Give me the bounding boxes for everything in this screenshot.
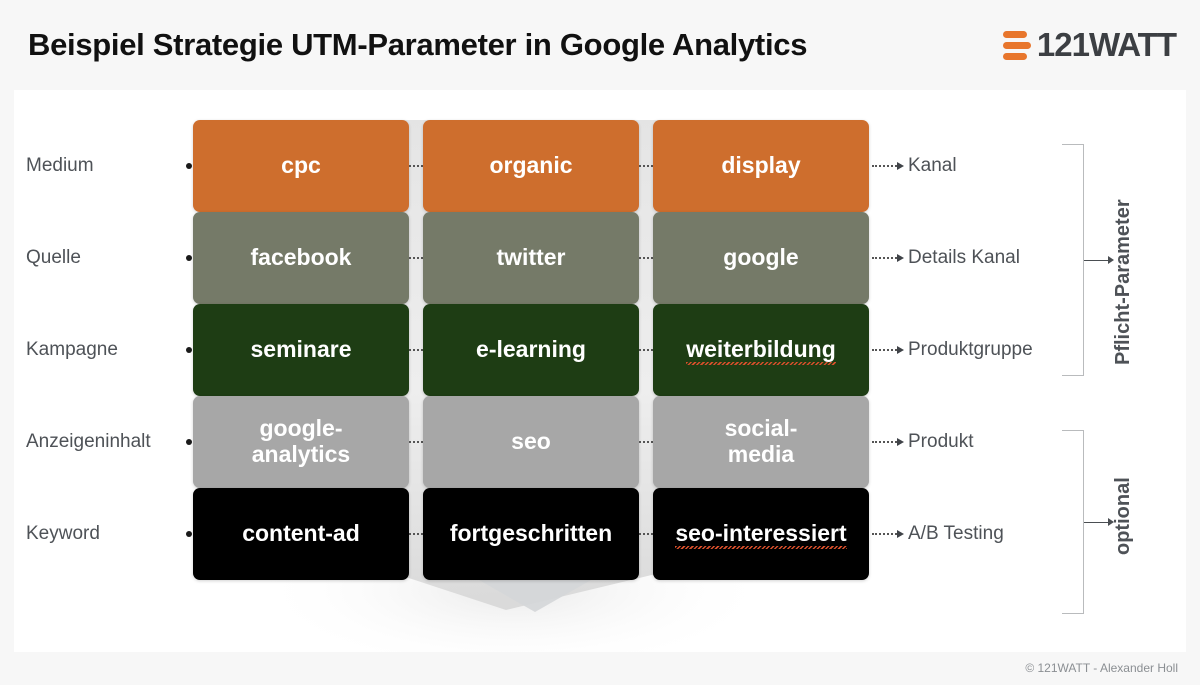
- matrix-row: Kampagne seminare e-learning weiterbildu…: [14, 304, 1186, 396]
- cell-quelle-3[interactable]: google: [653, 212, 869, 304]
- cell-quelle-1[interactable]: facebook: [193, 212, 409, 304]
- group-bracket-optional: [1062, 430, 1084, 614]
- cell-keyword-2[interactable]: fortgeschritten: [423, 488, 639, 580]
- right-connector: [872, 437, 904, 447]
- matrix-row: Medium cpc organic display Kanal: [14, 120, 1186, 212]
- cell-gap: [409, 441, 423, 443]
- cell-anzeigeninhalt-2[interactable]: seo: [423, 396, 639, 488]
- group-stem-pflicht: [1084, 255, 1114, 265]
- cell-gap: [639, 349, 653, 351]
- cell-keyword-1[interactable]: content-ad: [193, 488, 409, 580]
- cell-kampagne-3[interactable]: weiterbildung: [653, 304, 869, 396]
- cell-gap: [409, 349, 423, 351]
- cell-medium-1[interactable]: cpc: [193, 120, 409, 212]
- row-cells: cpc organic display: [193, 120, 869, 212]
- cell-gap: [409, 165, 423, 167]
- cell-anzeigeninhalt-3[interactable]: social- media: [653, 396, 869, 488]
- footer-copyright: © 121WATT - Alexander Holl: [1025, 661, 1178, 675]
- cell-gap: [639, 533, 653, 535]
- row-cells: seminare e-learning weiterbildung: [193, 304, 869, 396]
- right-connector: [872, 161, 904, 171]
- right-connector: [872, 345, 904, 355]
- cell-gap: [409, 533, 423, 535]
- group-label-pflicht-parameter: Pflicht-Parameter: [1112, 199, 1134, 365]
- matrix-row: Anzeigeninhalt google- analytics seo soc…: [14, 396, 1186, 488]
- row-cells: content-ad fortgeschritten seo-interessi…: [193, 488, 869, 580]
- row-left-label-anzeigeninhalt: Anzeigeninhalt: [26, 431, 151, 452]
- diagram-card: Medium cpc organic display Kanal Quelle …: [14, 90, 1186, 652]
- group-bracket-pflicht: [1062, 144, 1084, 376]
- utm-matrix: Medium cpc organic display Kanal Quelle …: [14, 90, 1186, 652]
- group-stem-optional: [1084, 517, 1114, 527]
- group-label-optional: optional: [1112, 477, 1134, 555]
- row-left-label-quelle: Quelle: [26, 247, 81, 268]
- cell-quelle-2[interactable]: twitter: [423, 212, 639, 304]
- cell-medium-3[interactable]: display: [653, 120, 869, 212]
- cell-medium-2[interactable]: organic: [423, 120, 639, 212]
- page-title: Beispiel Strategie UTM-Parameter in Goog…: [28, 27, 808, 62]
- row-cells: google- analytics seo social- media: [193, 396, 869, 488]
- right-connector: [872, 529, 904, 539]
- row-left-label-medium: Medium: [26, 155, 94, 176]
- brand-logo-text: 121WATT: [1036, 26, 1177, 63]
- cell-gap: [639, 257, 653, 259]
- row-left-label-keyword: Keyword: [26, 523, 100, 544]
- 121watt-bars-icon: [1002, 28, 1031, 62]
- cell-keyword-3[interactable]: seo-interessiert: [653, 488, 869, 580]
- row-cells: facebook twitter google: [193, 212, 869, 304]
- cell-gap: [639, 165, 653, 167]
- right-connector: [872, 253, 904, 263]
- matrix-row: Quelle facebook twitter google Details K…: [14, 212, 1186, 304]
- matrix-row: Keyword content-ad fortgeschritten seo-i…: [14, 488, 1186, 580]
- cell-anzeigeninhalt-1[interactable]: google- analytics: [193, 396, 409, 488]
- cell-gap: [409, 257, 423, 259]
- row-left-label-kampagne: Kampagne: [26, 339, 118, 360]
- cell-kampagne-2[interactable]: e-learning: [423, 304, 639, 396]
- cell-kampagne-1[interactable]: seminare: [193, 304, 409, 396]
- page-header: Beispiel Strategie UTM-Parameter in Goog…: [0, 0, 1200, 90]
- brand-logo: 121WATT: [1002, 26, 1177, 64]
- cell-gap: [639, 441, 653, 443]
